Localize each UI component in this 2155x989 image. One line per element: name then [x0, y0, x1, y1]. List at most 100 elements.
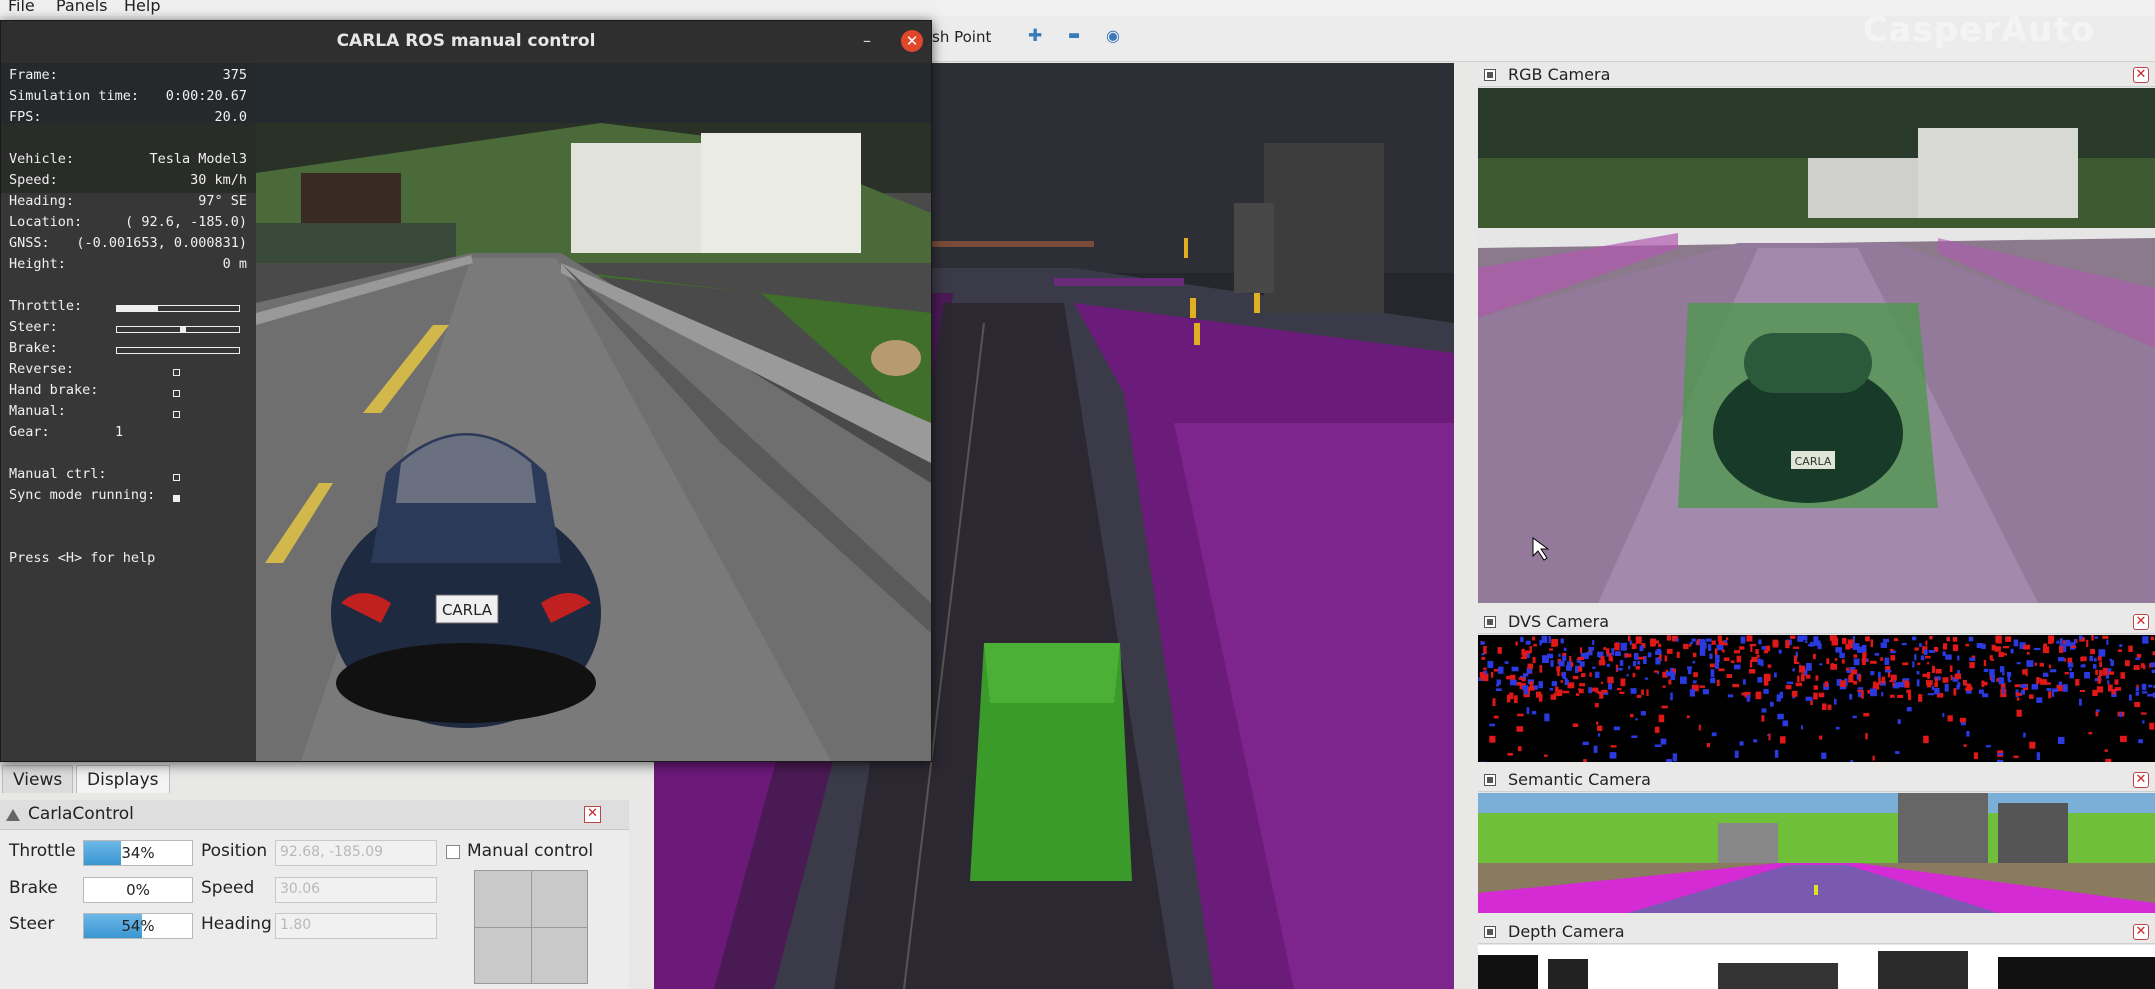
position-field[interactable]: 92.68, -185.09	[275, 840, 437, 866]
dvs-event	[2095, 669, 2098, 675]
close-icon[interactable]: ✕	[2133, 772, 2149, 788]
dvs-event	[1497, 666, 1504, 674]
dvs-event	[1633, 661, 1637, 667]
dvs-event	[1922, 673, 1928, 678]
dvs-event	[1997, 641, 2002, 644]
carla-plate-text: CARLA	[442, 601, 493, 619]
plus-icon[interactable]: ✚	[1028, 26, 1042, 46]
minus-icon[interactable]: ▬	[1068, 28, 1080, 43]
dvs-event	[2034, 662, 2038, 666]
dvs-event	[1925, 640, 1928, 646]
dvs-event	[1520, 636, 1524, 643]
dvs-event	[1923, 735, 1929, 744]
dvs-event	[2065, 639, 2071, 647]
carla-scene[interactable]: CARLA Frame: 375 Simulation time: 0:00:20.…	[1, 63, 931, 761]
close-icon[interactable]: ✕	[584, 806, 601, 823]
dvs-event	[2094, 636, 2099, 639]
dvs-event	[1968, 687, 1973, 690]
hud-manual: Manual:	[9, 403, 66, 419]
menu-file[interactable]: File	[8, 0, 35, 15]
dvs-event	[1610, 745, 1617, 748]
dvs-event	[1614, 642, 1620, 651]
dvs-event	[2079, 690, 2086, 692]
dvs-event	[1492, 698, 1496, 707]
dvs-event	[1616, 667, 1623, 671]
dvs-event	[2150, 662, 2155, 668]
hud-heading: Heading: 97° SE	[9, 193, 247, 209]
heading-field[interactable]: 1.80	[275, 913, 437, 939]
dvs-event	[1526, 668, 1532, 674]
carla-control-header: CarlaControl ✕	[0, 800, 629, 830]
speed-field[interactable]: 30.06	[275, 877, 437, 903]
rgb-camera-image: CARLA	[1478, 88, 2155, 603]
brake-label: Brake	[9, 878, 58, 898]
tab-displays[interactable]: Displays	[76, 765, 170, 793]
dvs-event	[1630, 688, 1637, 694]
dvs-event	[1889, 648, 1894, 651]
dvs-event	[1883, 638, 1890, 643]
close-icon[interactable]: ✕	[2133, 67, 2149, 83]
dvs-event	[1543, 754, 1548, 757]
dvs-event	[1761, 715, 1765, 722]
dvs-event	[1592, 639, 1595, 646]
dvs-event	[1839, 652, 1845, 658]
dvs-event	[1777, 713, 1784, 720]
close-icon[interactable]: ✕	[901, 30, 923, 52]
dvs-event	[2099, 661, 2102, 668]
dvs-event	[2008, 680, 2012, 683]
publish-point-tool[interactable]: sh Point	[932, 28, 991, 46]
dvs-event	[1852, 643, 1860, 650]
dvs-event	[2120, 735, 2127, 742]
dvs-event	[1848, 675, 1854, 683]
hud-throttle-bar	[116, 305, 240, 312]
dvs-event	[1881, 676, 1886, 684]
dvs-event	[1857, 687, 1864, 690]
dvs-event	[1929, 636, 1933, 640]
dvs-event	[1942, 712, 1945, 718]
dvs-event	[1532, 636, 1536, 641]
dvs-event	[1555, 686, 1559, 692]
dvs-event	[1544, 713, 1550, 722]
dvs-event	[2095, 709, 2100, 712]
dvs-event	[1884, 670, 1892, 673]
dvs-event	[1656, 648, 1661, 653]
close-icon[interactable]: ✕	[2133, 924, 2149, 940]
dvs-event	[1657, 658, 1661, 661]
dvs-event	[1797, 675, 1800, 682]
dvs-event	[1683, 643, 1689, 650]
panel-icon	[1484, 774, 1496, 786]
dvs-event	[1755, 691, 1762, 700]
menu-help[interactable]: Help	[124, 0, 160, 15]
dvs-event	[1925, 655, 1931, 659]
dvs-event	[1818, 692, 1825, 698]
joystick-pad[interactable]	[474, 870, 588, 984]
dvs-event	[1699, 648, 1706, 656]
dvs-event	[2149, 722, 2155, 730]
dvs-event	[1481, 656, 1486, 660]
dvs-event	[1959, 717, 1967, 723]
minimize-icon[interactable]: –	[863, 31, 871, 50]
carla-window-titlebar[interactable]: CARLA ROS manual control – ✕	[1, 21, 931, 63]
close-icon[interactable]: ✕	[2133, 614, 2149, 630]
dvs-event	[1870, 660, 1877, 664]
dvs-event	[2047, 641, 2053, 644]
dvs-event	[1876, 682, 1880, 690]
dvs-event	[1753, 739, 1758, 743]
dvs-event	[1577, 656, 1584, 661]
dvs-event	[1968, 636, 1974, 642]
dvs-event	[1749, 669, 1756, 674]
dvs-event	[1616, 688, 1622, 691]
dvs-event	[1906, 689, 1911, 694]
dvs-event	[2064, 672, 2069, 675]
dvs-event	[1893, 638, 1899, 642]
dvs-event	[1950, 674, 1953, 681]
dvs-event	[1658, 714, 1665, 723]
dvs-event	[1607, 676, 1614, 684]
tab-views[interactable]: Views	[2, 765, 74, 793]
menu-panels[interactable]: Panels	[56, 0, 108, 15]
dvs-event	[1797, 635, 1804, 642]
eye-icon[interactable]: ◉	[1106, 26, 1120, 45]
dvs-event	[1696, 639, 1700, 646]
dvs-event	[2117, 649, 2122, 652]
manual-control-checkbox[interactable]	[446, 845, 460, 859]
